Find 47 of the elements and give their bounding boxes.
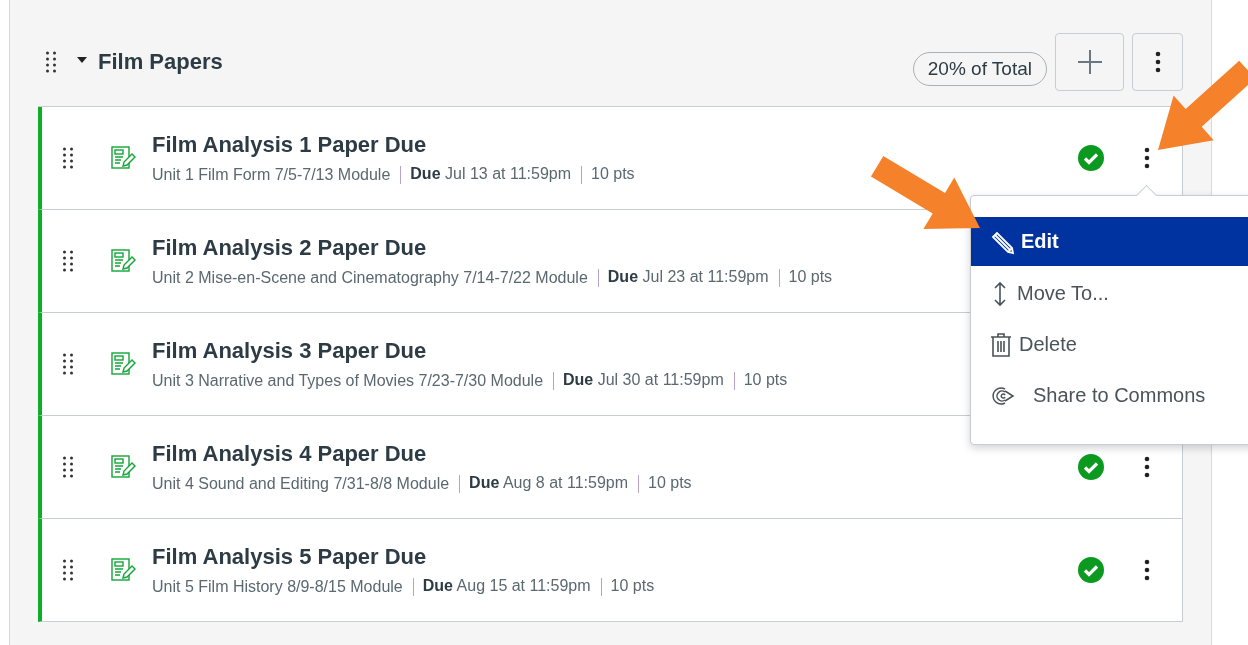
trash-icon (989, 331, 1013, 358)
assignment-icon (110, 145, 136, 171)
points: 10 pts (638, 475, 692, 493)
drag-handle-icon[interactable] (62, 249, 74, 273)
due-date: Due Jul 23 at 11:59pm (597, 269, 769, 287)
due-date: Due Aug 15 at 11:59pm (412, 578, 591, 596)
published-icon[interactable] (1077, 556, 1105, 584)
points: 10 pts (581, 166, 635, 184)
points: 10 pts (600, 578, 655, 596)
drag-handle-icon[interactable] (62, 352, 74, 376)
plus-icon (1076, 49, 1103, 75)
due-date: Due Jul 30 at 11:59pm (553, 372, 724, 390)
caret-icon[interactable] (76, 56, 88, 64)
menu-item[interactable]: Edit (971, 217, 1248, 266)
assignment-title[interactable]: Film Analysis 5 Paper Due (152, 544, 1077, 570)
assignment-icon (110, 454, 136, 480)
add-button[interactable] (1055, 33, 1124, 91)
module-name: Unit 1 Film Form 7/5-7/13 Module (152, 166, 391, 184)
group-title: Film Papers (98, 49, 223, 75)
due-date: Due Aug 8 at 11:59pm (459, 475, 628, 493)
assignment-title[interactable]: Film Analysis 1 Paper Due (152, 132, 1077, 158)
drag-handle-icon[interactable] (62, 146, 74, 170)
share-icon (989, 384, 1015, 407)
assignment-row[interactable]: Film Analysis 4 Paper Due Unit 4 Sound and Editing 7/31-8/8 Module Due Aug 8 at 11:59pm 10 pts (38, 416, 1182, 519)
module-name: Unit 4 Sound and Editing 7/31-8/8 Module (152, 475, 450, 493)
kebab-icon[interactable] (1144, 147, 1150, 169)
module-name: Unit 5 Film History 8/9-8/15 Module (152, 578, 403, 596)
points: 10 pts (733, 372, 788, 390)
assignment-icon (110, 351, 136, 377)
assignment-icon (110, 248, 136, 274)
assignment-row[interactable]: Film Analysis 5 Paper Due Unit 5 Film History 8/9-8/15 Module Due Aug 15 at 11:59pm 10 pts (38, 519, 1182, 622)
drag-handle-icon[interactable] (62, 558, 74, 582)
weight-pill: 20% of Total (912, 52, 1047, 86)
drag-handle-icon[interactable] (62, 455, 74, 479)
published-icon[interactable] (1077, 144, 1105, 172)
module-name: Unit 3 Narrative and Types of Movies 7/23-7/30 Module (152, 372, 544, 390)
assignment-row[interactable]: Film Analysis 1 Paper Due Unit 1 Film Form 7/5-7/13 Module Due Jul 13 at 11:59pm 10 pts (38, 107, 1182, 210)
kebab-icon[interactable] (1144, 456, 1150, 478)
assignment-title[interactable]: Film Analysis 4 Paper Due (152, 441, 1077, 467)
kebab-icon (1154, 51, 1161, 73)
points: 10 pts (778, 269, 833, 287)
kebab-icon[interactable] (1144, 559, 1150, 581)
published-icon[interactable] (1077, 453, 1105, 481)
module-name: Unit 2 Mise-en-Scene and Cinematography 7/14-7/22 Module (152, 269, 588, 287)
assignment-icon (110, 557, 136, 583)
due-date: Due Jul 13 at 11:59pm (400, 166, 571, 184)
drag-handle-icon[interactable] (45, 50, 57, 74)
